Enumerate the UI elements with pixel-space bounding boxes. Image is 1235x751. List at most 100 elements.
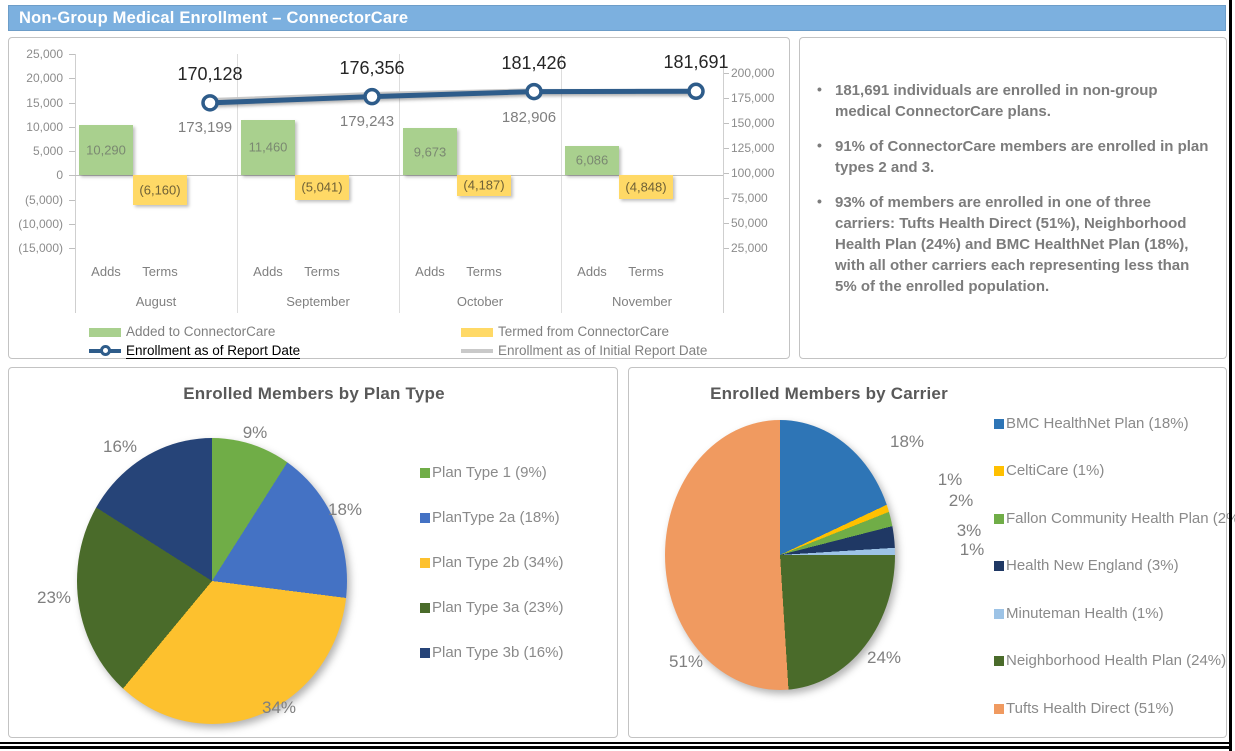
pie-percent-label: 2% xyxy=(949,491,974,511)
pie-legend-label: Health New England (3%) xyxy=(1006,557,1179,574)
pie-legend-swatch xyxy=(994,514,1004,524)
month-label: September xyxy=(286,294,350,309)
pie-legend-label: Plan Type 3b (16%) xyxy=(432,644,563,661)
pie-legend-label: Tufts Health Direct (51%) xyxy=(1006,700,1174,717)
terms-category-label: Terms xyxy=(466,264,501,279)
left-axis-tick-label: 0 xyxy=(13,168,63,182)
left-axis-tick-label: 5,000 xyxy=(13,144,63,158)
pie-chart xyxy=(665,420,895,690)
bullet-item: 91% of ConnectorCare members are enrolle… xyxy=(814,136,1212,178)
month-label: August xyxy=(136,294,176,309)
carrier-chart-panel: Enrolled Members by Carrier 18%1%2%3%1%2… xyxy=(628,367,1227,738)
legend-label: Termed from ConnectorCare xyxy=(498,324,669,339)
pie-percent-label: 23% xyxy=(37,588,71,608)
pie-legend-label: BMC HealthNet Plan (18%) xyxy=(1006,415,1189,432)
page-bottom-border-thin xyxy=(0,742,1232,744)
pie-legend-label: PlanType 2a (18%) xyxy=(432,509,560,526)
left-axis-tick-label: (5,000) xyxy=(13,193,63,207)
pie-percent-label: 24% xyxy=(867,648,901,668)
terms-category-label: Terms xyxy=(142,264,177,279)
pie-legend-label: Minuteman Health (1%) xyxy=(1006,605,1164,622)
adds-category-label: Adds xyxy=(415,264,445,279)
adds-category-label: Adds xyxy=(91,264,121,279)
left-axis-tick-label: 10,000 xyxy=(13,120,63,134)
line-marker xyxy=(365,90,379,104)
bullet-item: 93% of members are enrolled in one of th… xyxy=(814,192,1212,297)
adds-category-label: Adds xyxy=(577,264,607,279)
pie-percent-label: 18% xyxy=(890,432,924,452)
summary-panel: 181,691 individuals are enrolled in non-… xyxy=(799,37,1227,359)
legend-swatch xyxy=(89,328,121,337)
pie-legend-label: CeltiCare (1%) xyxy=(1006,462,1104,479)
pie-percent-label: 1% xyxy=(960,540,985,560)
enrollment-lines xyxy=(75,54,723,264)
month-label: November xyxy=(612,294,672,309)
legend-line-marker xyxy=(100,345,111,356)
bullet-item: 181,691 individuals are enrolled in non-… xyxy=(814,80,1212,122)
left-axis-tick-label: 15,000 xyxy=(13,96,63,110)
initial-report-date-value-label: 182,906 xyxy=(502,109,556,126)
legend-label: Enrollment as of Report Date xyxy=(126,343,300,359)
pie-legend-swatch xyxy=(994,656,1004,666)
left-axis-tick-label: (10,000) xyxy=(13,217,63,231)
page-title: Non-Group Medical Enrollment – Connector… xyxy=(19,9,408,27)
pie-percent-label: 1% xyxy=(938,470,963,490)
right-axis-tick-label: 125,000 xyxy=(731,141,774,155)
line-marker xyxy=(527,85,541,99)
pie-percent-label: 3% xyxy=(957,521,982,541)
initial-report-date-value-label: 173,199 xyxy=(178,119,232,136)
page-right-border xyxy=(1229,0,1232,751)
report-page: Non-Group Medical Enrollment – Connector… xyxy=(0,0,1235,751)
pie-legend-label: Fallon Community Health Plan (2%) xyxy=(1006,510,1235,527)
pie-legend-swatch xyxy=(420,648,430,658)
terms-category-label: Terms xyxy=(628,264,663,279)
left-axis-tick-label: 20,000 xyxy=(13,71,63,85)
page-bottom-border-thick xyxy=(0,746,1232,749)
legend-label: Enrollment as of Initial Report Date xyxy=(498,343,707,358)
report-date-value-label: 181,426 xyxy=(501,53,566,74)
report-date-value-label: 181,691 xyxy=(663,52,728,73)
enrollment-chart-panel: 25,000 20,000 15,000 10,000 5,000 0 (5,000) (10… xyxy=(8,37,790,359)
pie-legend-label: Plan Type 2b (34%) xyxy=(432,554,563,571)
plan-type-chart-panel: Enrolled Members by Plan Type 9% 18% 34% 23… xyxy=(8,367,618,738)
initial-report-date-value-label: 179,243 xyxy=(340,113,394,130)
pie-legend-swatch xyxy=(994,704,1004,714)
legend-swatch xyxy=(461,328,493,337)
pie-chart xyxy=(77,438,347,724)
left-axis-tick-label: (15,000) xyxy=(13,241,63,255)
pie-percent-label: 16% xyxy=(103,437,137,457)
plan-type-chart-title: Enrolled Members by Plan Type xyxy=(9,384,619,404)
right-axis-tick-label: 175,000 xyxy=(731,91,774,105)
pie-percent-label: 9% xyxy=(243,423,268,443)
page-title-bar: Non-Group Medical Enrollment – Connector… xyxy=(8,5,1226,31)
right-axis-tick-label: 150,000 xyxy=(731,116,774,130)
right-axis-tick-label: 100,000 xyxy=(731,166,774,180)
summary-bullet-list: 181,691 individuals are enrolled in non-… xyxy=(814,80,1212,311)
terms-category-label: Terms xyxy=(304,264,339,279)
report-date-value-label: 170,128 xyxy=(177,64,242,85)
pie-percent-label: 51% xyxy=(669,652,703,672)
right-axis-tick-label: 200,000 xyxy=(731,66,774,80)
pie-legend-swatch xyxy=(994,561,1004,571)
category-separator-line xyxy=(723,54,724,313)
pie-legend-swatch xyxy=(420,513,430,523)
month-label: October xyxy=(457,294,503,309)
pie-percent-label: 18% xyxy=(328,500,362,520)
pie-legend-swatch xyxy=(420,558,430,568)
pie-legend-swatch xyxy=(994,419,1004,429)
left-axis-tick-label: 25,000 xyxy=(13,47,63,61)
pie-legend-swatch xyxy=(994,466,1004,476)
pie-legend-swatch xyxy=(994,609,1004,619)
pie-percent-label: 34% xyxy=(262,698,296,718)
right-axis-tick-label: 75,000 xyxy=(731,191,768,205)
line-marker xyxy=(203,96,217,110)
adds-category-label: Adds xyxy=(253,264,283,279)
pie-legend-swatch xyxy=(420,468,430,478)
pie-legend-label: Plan Type 3a (23%) xyxy=(432,599,563,616)
right-axis-tick-label: 50,000 xyxy=(731,216,768,230)
carrier-chart-title: Enrolled Members by Carrier xyxy=(629,384,1029,404)
line-marker xyxy=(689,84,703,98)
pie-legend-label: Neighborhood Health Plan (24%) xyxy=(1006,652,1226,669)
pie-legend-label: Plan Type 1 (9%) xyxy=(432,464,547,481)
legend-label: Added to ConnectorCare xyxy=(126,324,275,339)
